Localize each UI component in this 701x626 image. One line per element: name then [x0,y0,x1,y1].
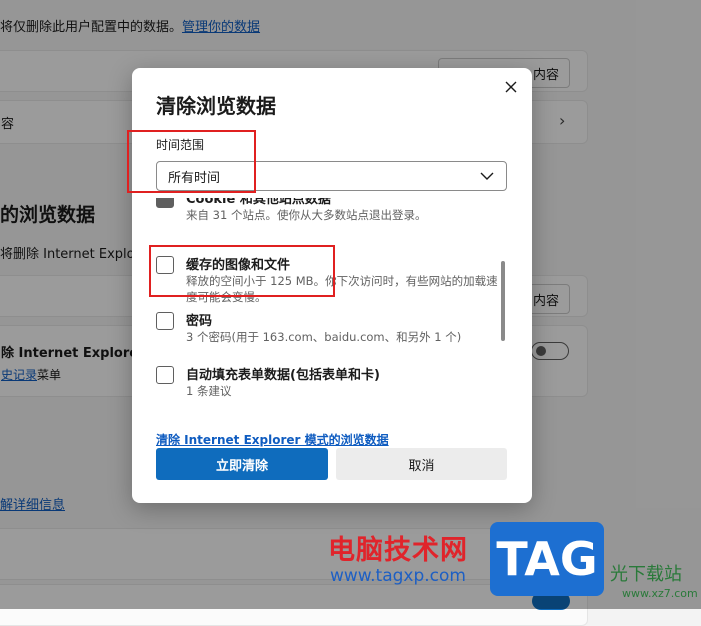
item-desc: 来自 31 个站点。使你从大多数站点退出登录。 [186,208,427,222]
cookies-checkbox[interactable] [156,198,174,208]
watermark-site: 光下载站 [610,564,682,585]
watermark-cn: 电脑技术网 [328,535,468,566]
chevron-down-icon [480,172,494,180]
list-item-passwords[interactable]: 密码 3 个密码(用于 163.com、baidu.com、和另外 1 个) [156,310,501,350]
list-item-autofill[interactable]: 自动填充表单数据(包括表单和卡) 1 条建议 [156,364,501,404]
passwords-checkbox[interactable] [156,312,174,330]
item-title: Cookie 和其他站点数据 [186,198,331,207]
clear-now-button[interactable]: 立即清除 [156,448,328,480]
clear-ie-mode-link[interactable]: 清除 Internet Explorer 模式的浏览数据 [156,431,389,448]
highlight-cache-item [149,245,335,297]
watermark-url: www.tagxp.com [330,566,466,586]
list-scrollbar[interactable] [501,261,505,341]
item-title: 自动填充表单数据(包括表单和卡) [186,368,380,383]
highlight-time-range [127,130,256,193]
cancel-button[interactable]: 取消 [336,448,507,480]
watermark-site-url: www.xz7.com [622,587,698,600]
autofill-checkbox[interactable] [156,366,174,384]
close-button[interactable] [500,76,522,98]
watermark-tag-logo: TAG [490,522,604,596]
data-type-list[interactable]: Cookie 和其他站点数据 来自 31 个站点。使你从大多数站点退出登录。 缓… [132,198,532,438]
item-desc: 3 个密码(用于 163.com、baidu.com、和另外 1 个) [186,330,462,344]
list-item-cookies[interactable]: Cookie 和其他站点数据 来自 31 个站点。使你从大多数站点退出登录。 [156,198,501,228]
item-title: 密码 [186,314,213,329]
dialog-title: 清除浏览数据 [156,94,276,118]
close-icon [505,81,517,93]
item-desc: 1 条建议 [186,384,232,398]
